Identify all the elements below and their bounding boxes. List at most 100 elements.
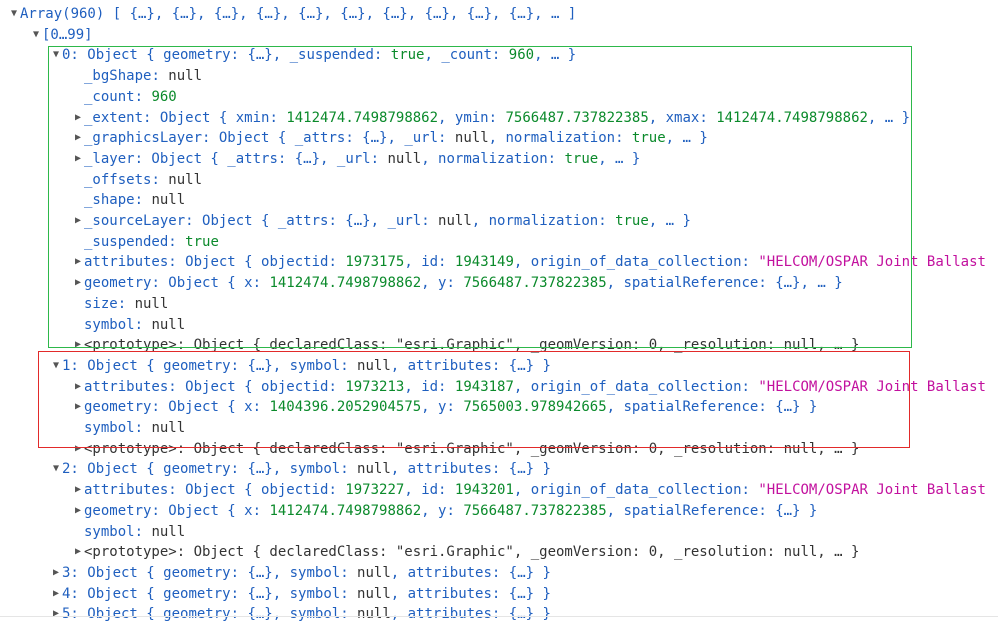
expand-right-icon[interactable]: ▶ [72, 501, 84, 521]
console-row[interactable]: ▶ 5: Object { geometry: {…}, symbol: null… [50, 604, 551, 624]
token: _attrs [277, 213, 329, 229]
token: , [606, 399, 624, 416]
token: 1973213 [345, 378, 405, 395]
expand-right-icon[interactable]: ▶ [72, 149, 84, 169]
token: null [357, 606, 391, 623]
expand-right-icon[interactable]: ▶ [72, 273, 84, 293]
console-row[interactable]: ▶ geometry: Object { x: 1412474.749879886… [72, 501, 817, 521]
token: 1412474.7498798862 [286, 109, 439, 126]
expand-down-icon[interactable]: ▼ [50, 356, 62, 376]
token: x [244, 275, 253, 292]
console-row[interactable]: ▶ _extent: Object { xmin: 1412474.7498798… [72, 108, 910, 128]
console-row[interactable]: ▼ 1: Object { geometry: {…}, symbol: null… [50, 356, 551, 376]
token: 1973227 [345, 482, 405, 499]
token: objectid [261, 378, 329, 395]
expand-right-icon[interactable]: ▶ [72, 335, 84, 355]
console-row[interactable]: ▶ 3: Object { geometry: {…}, symbol: null… [50, 563, 551, 583]
expand-right-icon[interactable]: ▶ [72, 211, 84, 231]
token: : [421, 213, 439, 229]
token: xmin [235, 109, 270, 126]
token: : {…} } [491, 606, 551, 623]
token: : {…}, [230, 564, 290, 581]
token: : [252, 502, 270, 519]
console-row[interactable]: ▼ Array(960) [ {…}, {…}, {…}, {…}, {…}, {… [8, 4, 576, 24]
expand-right-icon[interactable]: ▶ [72, 542, 84, 562]
token: true [185, 233, 219, 250]
token: : {…} } [491, 461, 551, 478]
expand-right-icon[interactable]: ▶ [72, 377, 84, 397]
token: ymin [454, 109, 489, 126]
token: : [373, 47, 391, 64]
expand-right-icon[interactable]: ▶ [72, 397, 84, 417]
console-row[interactable]: ▶ _layer: Object { _attrs: {…}, _url: nul… [72, 149, 640, 169]
token: 0: Object { [62, 47, 164, 64]
token: symbol [289, 606, 341, 623]
token: : Object { [168, 378, 262, 395]
token: _shape [84, 192, 135, 209]
token: : [340, 357, 358, 374]
token: : [547, 150, 565, 167]
token: : [699, 109, 717, 126]
expand-down-icon[interactable]: ▼ [30, 25, 42, 45]
console-row[interactable]: ▶ attributes: Object { objectid: 1973175,… [72, 252, 986, 272]
expand-right-icon[interactable]: ▶ [50, 563, 62, 583]
token: "HELCOM/OSPAR Joint Ballast [758, 378, 986, 395]
token: : [491, 47, 509, 64]
console-row[interactable]: ▶ _graphicsLayer: Object { _attrs: {…}, _… [72, 128, 708, 148]
console-row[interactable]: ▶ _sourceLayer: Object { _attrs: {…}, _ur… [72, 211, 691, 231]
console-row[interactable]: ▶ geometry: Object { x: 1404396.205290457… [72, 397, 817, 417]
token: : {…} } [491, 564, 551, 581]
expand-right-icon[interactable]: ▶ [50, 584, 62, 604]
token: null [357, 461, 391, 478]
token: , [390, 606, 408, 623]
token: : {…}, [328, 213, 388, 229]
token: , [404, 378, 422, 395]
console-row[interactable]: ▶ attributes: Object { objectid: 1973227,… [72, 480, 986, 500]
token: 7565003.978942665 [463, 399, 607, 416]
expand-down-icon[interactable]: ▼ [50, 459, 62, 479]
token: spatialReference [623, 275, 759, 292]
console-row[interactable]: ▼ 2: Object { geometry: {…}, symbol: null… [50, 459, 551, 479]
token: null [168, 171, 203, 188]
console-row[interactable]: ▶ 4: Object { geometry: {…}, symbol: null… [50, 584, 551, 604]
token: geometry [163, 585, 231, 602]
expand-down-icon[interactable]: ▼ [8, 4, 20, 24]
token: , [421, 399, 439, 416]
token: null [151, 523, 186, 540]
token: <prototype>: Object { declaredClass: "es… [84, 337, 860, 354]
expand-right-icon[interactable]: ▶ [72, 439, 84, 459]
token: null [357, 357, 391, 374]
token: attributes [84, 254, 169, 271]
token: attributes [407, 606, 492, 623]
token: : {…}, [230, 461, 290, 478]
token: : Object { [151, 502, 245, 519]
console-row[interactable]: ▼ [0…99] [30, 25, 93, 45]
expand-down-icon[interactable]: ▼ [50, 45, 62, 65]
console-row[interactable]: ▼ 0: Object { geometry: {…}, _suspended: … [50, 45, 576, 65]
token: symbol [289, 357, 341, 374]
token: , [488, 130, 506, 147]
token: : [117, 295, 135, 312]
expand-right-icon[interactable]: ▶ [72, 108, 84, 128]
token: _url [336, 150, 371, 167]
token: geometry [163, 357, 231, 374]
expand-right-icon[interactable]: ▶ [50, 604, 62, 624]
expand-right-icon[interactable]: ▶ [72, 252, 84, 272]
token: : [741, 482, 759, 499]
token: : [328, 378, 346, 395]
token: 960 [508, 47, 535, 64]
token: spatialReference [623, 502, 759, 519]
token: : Object { [134, 150, 228, 167]
console-row[interactable]: ▶ <prototype>: Object { declaredClass: "e… [72, 542, 859, 562]
token: null [151, 316, 186, 333]
expand-right-icon[interactable]: ▶ [72, 128, 84, 148]
console-row[interactable]: ▶ attributes: Object { objectid: 1973213,… [72, 377, 986, 397]
console-row[interactable]: ▶ <prototype>: Object { declaredClass: "e… [72, 439, 859, 459]
expand-right-icon[interactable]: ▶ [72, 480, 84, 500]
token: : [252, 275, 270, 292]
token: : [438, 130, 455, 147]
token: normalization [488, 213, 599, 229]
token: origin_of_data_collection [530, 254, 742, 271]
console-row[interactable]: ▶ <prototype>: Object { declaredClass: "e… [72, 335, 859, 355]
console-row[interactable]: ▶ geometry: Object { x: 1412474.749879886… [72, 273, 843, 293]
